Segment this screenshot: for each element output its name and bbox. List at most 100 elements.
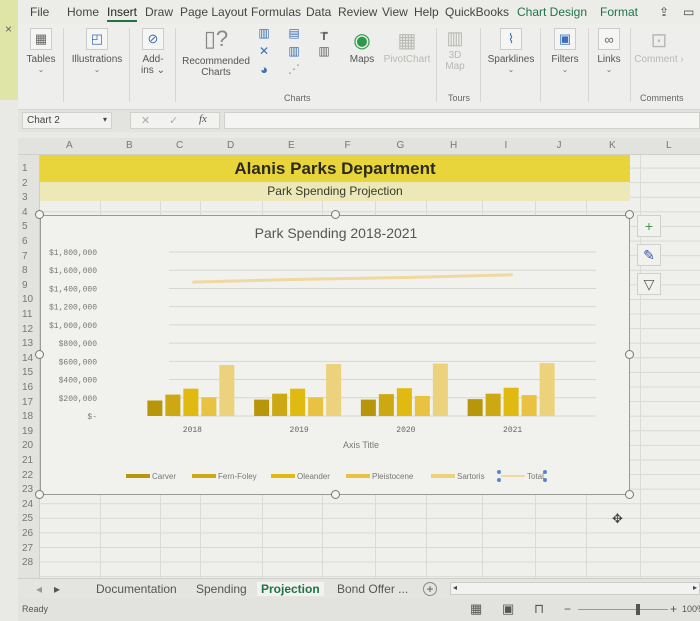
row-header-7[interactable]: 7 bbox=[22, 251, 28, 262]
tables-button[interactable]: ▦ Tables ⌄ bbox=[22, 28, 60, 74]
combo-chart-button[interactable]: ▥ bbox=[314, 44, 334, 58]
resize-handle[interactable] bbox=[625, 350, 634, 359]
tab-help[interactable]: Help bbox=[414, 5, 439, 19]
row-header-15[interactable]: 15 bbox=[22, 367, 33, 378]
enter-icon[interactable]: ✓ bbox=[169, 114, 178, 127]
row-header-24[interactable]: 24 bbox=[22, 499, 33, 510]
column-header-c[interactable]: C bbox=[176, 140, 183, 151]
row-header-5[interactable]: 5 bbox=[22, 221, 28, 232]
row-header-28[interactable]: 28 bbox=[22, 557, 33, 568]
tab-review[interactable]: Review bbox=[338, 5, 377, 19]
column-header-i[interactable]: I bbox=[505, 140, 508, 151]
horizontal-scrollbar[interactable]: ◂ ▸ bbox=[450, 582, 700, 595]
tab-chart-design[interactable]: Chart Design bbox=[517, 5, 587, 19]
tab-formulas[interactable]: Formulas bbox=[251, 5, 301, 19]
share-icon[interactable]: ⇪ bbox=[659, 5, 669, 19]
tab-view[interactable]: View bbox=[382, 5, 408, 19]
column-header-l[interactable]: L bbox=[666, 140, 672, 151]
column-header-d[interactable]: D bbox=[227, 140, 234, 151]
recommended-charts-button[interactable]: ▯? Recommended Charts bbox=[178, 26, 254, 78]
row-header-6[interactable]: 6 bbox=[22, 236, 28, 247]
cancel-icon[interactable]: ✕ bbox=[141, 114, 150, 127]
statistic-chart-button[interactable]: ▥ bbox=[284, 44, 304, 58]
row-header-16[interactable]: 16 bbox=[22, 382, 33, 393]
row-header-19[interactable]: 19 bbox=[22, 426, 33, 437]
resize-handle[interactable] bbox=[625, 210, 634, 219]
pivotchart-button[interactable]: ▦ PivotChart bbox=[382, 28, 432, 65]
sheet-tab-spending[interactable]: Spending bbox=[196, 582, 247, 596]
row-header-3[interactable]: 3 bbox=[22, 192, 28, 203]
links-button[interactable]: ∞ Links ⌄ bbox=[592, 28, 626, 74]
chart-styles-button[interactable]: ✎ bbox=[637, 244, 661, 266]
row-header-23[interactable]: 23 bbox=[22, 484, 33, 495]
resize-handle[interactable] bbox=[331, 210, 340, 219]
tab-quickbooks[interactable]: QuickBooks bbox=[445, 5, 509, 19]
row-header-27[interactable]: 27 bbox=[22, 543, 33, 554]
insert-function-icon[interactable]: fx bbox=[199, 113, 207, 125]
next-sheet-icon[interactable]: ▸ bbox=[54, 582, 60, 596]
scroll-left-icon[interactable]: ◂ bbox=[453, 583, 457, 592]
column-header-e[interactable]: E bbox=[288, 140, 295, 151]
row-header-9[interactable]: 9 bbox=[22, 280, 28, 291]
tab-insert[interactable]: Insert bbox=[107, 5, 138, 22]
row-header-12[interactable]: 12 bbox=[22, 324, 33, 335]
column-header-a[interactable]: A bbox=[66, 140, 73, 151]
sheet-tab-projection[interactable]: Projection bbox=[257, 582, 324, 596]
column-header-g[interactable]: G bbox=[397, 140, 405, 151]
tab-file[interactable]: File bbox=[30, 5, 49, 19]
row-header-20[interactable]: 20 bbox=[22, 440, 33, 451]
comment-button[interactable]: ⊡ Comment › bbox=[634, 28, 684, 65]
row-header-26[interactable]: 26 bbox=[22, 528, 33, 539]
zoom-slider-thumb[interactable] bbox=[636, 604, 640, 615]
zoom-in-button[interactable]: + bbox=[670, 602, 677, 616]
waterfall-chart-button[interactable]: ┲ bbox=[314, 26, 334, 40]
formula-input[interactable] bbox=[224, 112, 700, 129]
line-chart-button[interactable]: ✕ bbox=[254, 44, 274, 58]
sparklines-button[interactable]: ⌇ Sparklines ⌄ bbox=[486, 28, 536, 74]
maps-button[interactable]: ◉ Maps bbox=[344, 28, 380, 65]
pie-chart-button[interactable]: ◕ bbox=[254, 62, 274, 77]
sheet-tab-bond-offer[interactable]: Bond Offer ... bbox=[337, 582, 408, 596]
resize-handle[interactable] bbox=[331, 490, 340, 499]
resize-handle[interactable] bbox=[625, 490, 634, 499]
name-box[interactable]: Chart 2 ▾ bbox=[22, 112, 112, 129]
prev-sheet-icon[interactable]: ◂ bbox=[36, 582, 42, 596]
resize-handle[interactable] bbox=[35, 350, 44, 359]
row-header-13[interactable]: 13 bbox=[22, 338, 33, 349]
zoom-level[interactable]: 100% bbox=[682, 604, 700, 614]
chart-area[interactable]: Park Spending 2018-2021 $- $200,000 $400,00… bbox=[40, 215, 630, 495]
sheet-tab-documentation[interactable]: Documentation bbox=[96, 582, 177, 596]
tab-page-layout[interactable]: Page Layout bbox=[180, 5, 247, 19]
sheet-subtitle[interactable]: Park Spending Projection bbox=[40, 184, 630, 198]
row-header-25[interactable]: 25 bbox=[22, 513, 33, 524]
hierarchy-chart-button[interactable]: ▤ bbox=[284, 26, 304, 40]
page-layout-view-icon[interactable]: ▣ bbox=[502, 601, 514, 617]
row-header-11[interactable]: 11 bbox=[22, 309, 32, 320]
chart-filters-button[interactable]: ▽ bbox=[637, 273, 661, 295]
row-header-8[interactable]: 8 bbox=[22, 265, 28, 276]
row-header-4[interactable]: 4 bbox=[22, 207, 28, 218]
column-header-f[interactable]: F bbox=[345, 140, 351, 151]
row-header-21[interactable]: 21 bbox=[22, 455, 33, 466]
row-header-10[interactable]: 10 bbox=[22, 294, 33, 305]
row-header-14[interactable]: 14 bbox=[22, 353, 33, 364]
column-header-k[interactable]: K bbox=[609, 140, 616, 151]
page-break-view-icon[interactable]: ⊓ bbox=[534, 601, 544, 617]
chart-elements-button[interactable]: + bbox=[637, 215, 661, 237]
tab-data[interactable]: Data bbox=[306, 5, 331, 19]
resize-handle[interactable] bbox=[35, 210, 44, 219]
addins-button[interactable]: ⊘ Add-ins ⌄ bbox=[134, 28, 172, 76]
sheet-title[interactable]: Alanis Parks Department bbox=[40, 159, 630, 179]
tab-format[interactable]: Format bbox=[600, 5, 638, 19]
row-header-17[interactable]: 17 bbox=[22, 397, 33, 408]
column-header-j[interactable]: J bbox=[557, 140, 562, 151]
close-icon[interactable]: × bbox=[5, 22, 12, 36]
normal-view-icon[interactable]: ▦ bbox=[470, 601, 482, 617]
column-header-h[interactable]: H bbox=[450, 140, 457, 151]
illustrations-button[interactable]: ◰ Illustrations ⌄ bbox=[68, 28, 126, 74]
zoom-out-button[interactable]: − bbox=[564, 602, 571, 616]
tab-home[interactable]: Home bbox=[67, 5, 99, 19]
column-header-b[interactable]: B bbox=[126, 140, 133, 151]
row-header-1[interactable]: 1 bbox=[22, 163, 28, 174]
filters-button[interactable]: ▣ Filters ⌄ bbox=[546, 28, 584, 74]
